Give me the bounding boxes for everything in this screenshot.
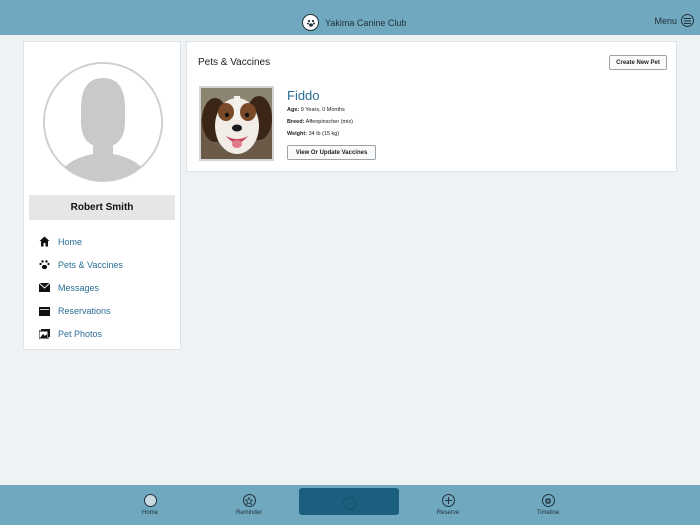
home-icon [38, 236, 50, 248]
plus-icon [441, 494, 455, 507]
pet-breed: Breed: Affenpinscher (mix) [287, 119, 353, 125]
pet-weight-value: 34 lb (15 kg) [308, 131, 340, 137]
create-new-pet-button[interactable]: Create New Pet [609, 55, 667, 70]
pet-age: Age: 9 Years, 0 Months [287, 107, 345, 113]
avatar [41, 60, 165, 184]
top-bar: Yakima Canine Club Menu [0, 0, 700, 35]
calendar-icon [38, 305, 50, 317]
active-tab-icon [342, 497, 356, 510]
timeline-icon [541, 494, 555, 507]
pet-age-label: Age: [287, 107, 300, 113]
profile-card: Robert Smith Home Pets & Vaccines Messag… [23, 41, 181, 350]
pet-breed-value: Affenpinscher (mix) [305, 119, 353, 125]
nav-label-pet-photos: Pet Photos [58, 328, 103, 339]
profile-name: Robert Smith [29, 195, 175, 220]
tab-label-home: Home [141, 510, 158, 516]
pet-name[interactable]: Fiddo [287, 88, 320, 103]
tab-reserve[interactable]: Reserve [408, 485, 488, 525]
app-title: Yakima Canine Club [325, 17, 407, 28]
tab-label-reserve: Reserve [436, 510, 460, 516]
tab-active[interactable] [309, 485, 389, 525]
photos-icon [38, 328, 50, 340]
section-title: Pets & Vaccines [198, 57, 271, 68]
tab-label-reminder: Reminder [235, 510, 262, 516]
nav-item-pet-photos[interactable]: Pet Photos [38, 322, 123, 345]
pet-age-value: 9 Years, 0 Months [300, 107, 345, 113]
nav-label-messages: Messages [58, 282, 100, 293]
view-update-vaccines-button[interactable]: View Or Update Vaccines [287, 145, 376, 160]
pet-weight: Weight: 34 lb (15 kg) [287, 131, 339, 137]
tab-timeline[interactable]: Timeline [508, 485, 588, 525]
home-circle-icon [143, 494, 157, 507]
nav-item-pets-vaccines[interactable]: Pets & Vaccines [38, 253, 123, 276]
pet-photo[interactable] [199, 86, 274, 161]
nav-label-reservations: Reservations [58, 305, 111, 316]
paw-logo-icon [302, 14, 319, 31]
envelope-icon [38, 282, 50, 294]
nav-item-reservations[interactable]: Reservations [38, 299, 123, 322]
menu-label: Menu [654, 15, 677, 26]
side-nav: Home Pets & Vaccines Messages Reservatio… [38, 230, 123, 345]
nav-label-home: Home [58, 236, 83, 247]
star-icon [242, 494, 256, 507]
tab-home[interactable]: Home [110, 485, 190, 525]
pet-breed-label: Breed: [287, 119, 305, 125]
pets-card: Pets & Vaccines Create New Pet Fiddo Age… [186, 41, 677, 172]
nav-item-home[interactable]: Home [38, 230, 123, 253]
pet-weight-label: Weight: [287, 131, 308, 137]
nav-item-messages[interactable]: Messages [38, 276, 123, 299]
menu-icon [681, 14, 694, 27]
paw-icon [38, 259, 50, 271]
tab-reminder[interactable]: Reminder [209, 485, 289, 525]
nav-label-pets-vaccines: Pets & Vaccines [58, 259, 123, 270]
menu-button[interactable]: Menu [654, 14, 694, 27]
brand[interactable]: Yakima Canine Club [302, 14, 406, 31]
tab-label-timeline: Timeline [536, 510, 560, 516]
